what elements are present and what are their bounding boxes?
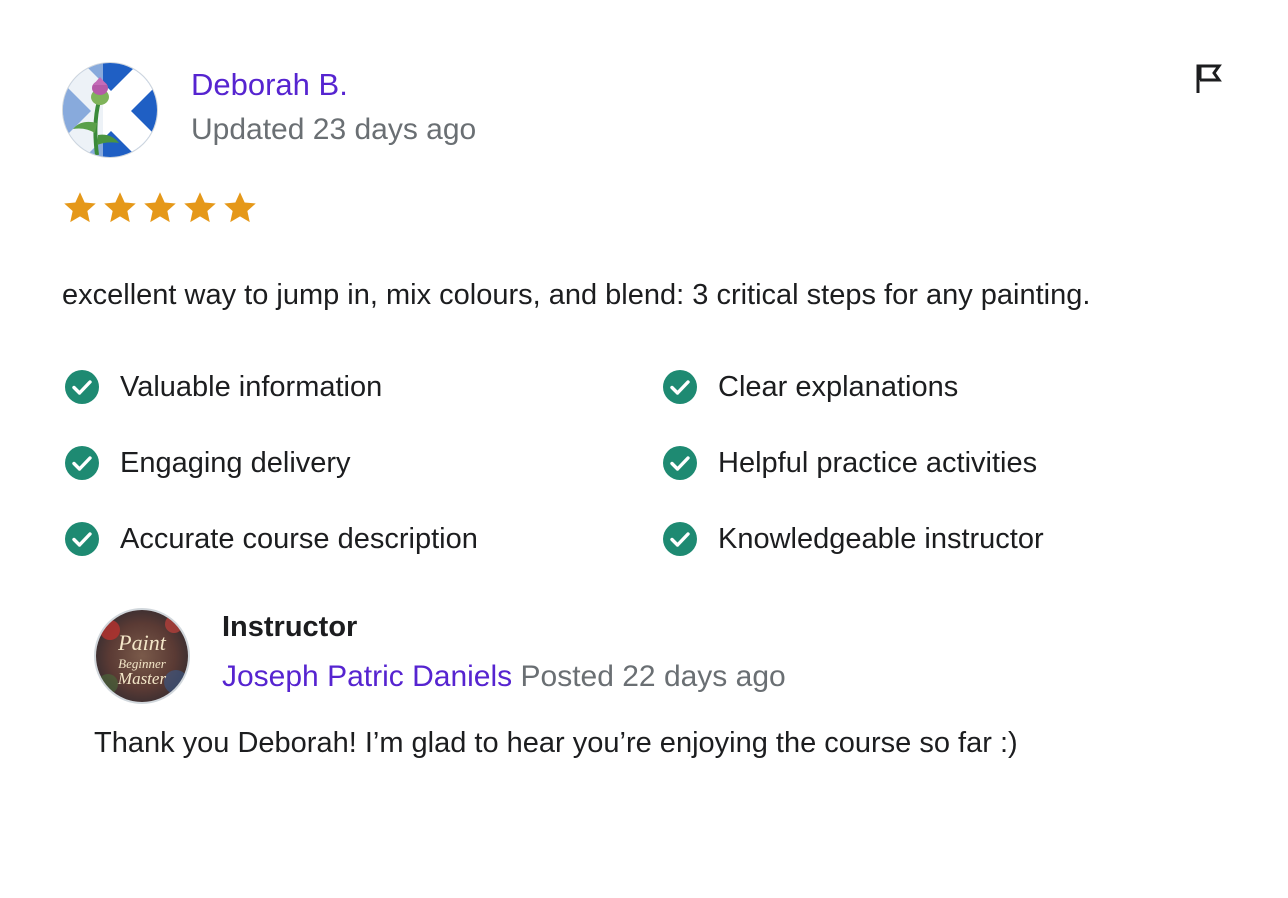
star-icon xyxy=(144,192,176,223)
review-card: Deborah B. Updated 23 days ago excellent… xyxy=(0,0,1288,898)
feedback-label: Valuable information xyxy=(120,371,383,403)
check-circle-icon xyxy=(663,446,697,480)
instructor-name[interactable]: Joseph Patric Daniels xyxy=(222,660,512,693)
reviewer-avatar xyxy=(62,62,158,158)
check-circle-icon xyxy=(65,370,99,404)
feedback-item: Knowledgeable instructor xyxy=(662,519,1044,559)
response-meta: Joseph Patric Daniels Posted 22 days ago xyxy=(222,658,786,696)
feedback-label: Knowledgeable instructor xyxy=(718,523,1044,555)
star-rating xyxy=(62,190,258,226)
response-text: Thank you Deborah! I’m glad to hear you’… xyxy=(94,727,1018,759)
logo-text-paint: Paint xyxy=(117,630,167,655)
review-date: Updated 23 days ago xyxy=(191,113,477,146)
report-button[interactable] xyxy=(1192,62,1226,96)
feedback-label: Accurate course description xyxy=(120,523,478,555)
thistle-flag-avatar-icon xyxy=(63,63,157,157)
check-circle-icon xyxy=(663,370,697,404)
check-circle-icon xyxy=(65,446,99,480)
flag-icon xyxy=(1196,64,1222,93)
paint-beginner-master-logo-icon: Paint Beginner Master xyxy=(96,610,188,702)
feedback-item: Accurate course description xyxy=(64,519,478,559)
feedback-item: Valuable information xyxy=(64,367,382,407)
star-icon xyxy=(184,192,216,223)
check-circle-icon xyxy=(65,522,99,556)
response-role: Instructor xyxy=(222,611,358,643)
feedback-item: Clear explanations xyxy=(662,367,958,407)
feedback-item: Helpful practice activities xyxy=(662,443,1037,483)
star-icon xyxy=(104,192,136,223)
response-date: Posted 22 days ago xyxy=(520,660,786,693)
check-circle-icon xyxy=(663,522,697,556)
instructor-avatar: Paint Beginner Master xyxy=(94,608,190,704)
logo-text-master: Master xyxy=(117,669,167,688)
review-text: excellent way to jump in, mix colours, a… xyxy=(62,279,1091,311)
star-icon xyxy=(64,192,96,223)
feedback-label: Helpful practice activities xyxy=(718,447,1038,479)
feedback-item: Engaging delivery xyxy=(64,443,351,483)
feedback-label: Engaging delivery xyxy=(120,447,351,479)
star-icon xyxy=(224,192,256,223)
feedback-label: Clear explanations xyxy=(718,371,959,403)
reviewer-name[interactable]: Deborah B. xyxy=(191,66,348,104)
